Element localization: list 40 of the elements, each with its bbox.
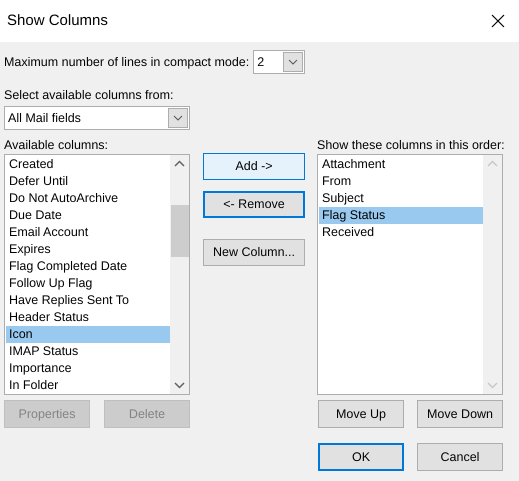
available-list[interactable]: Created Defer Until Do Not AutoArchive Due Date Email Account Expires Flag Completed Date Follow Up Flag Have Replies Sent To Header Status Icon IMAP Status Importance In Folder [4,154,190,395]
field-label: Select available columns from: [4,87,175,102]
list-item[interactable]: Defer Until [6,173,170,190]
list-item[interactable]: Email Account [6,224,170,241]
dialog-button[interactable]: <- Remove [203,191,305,218]
scroll-thumb[interactable] [170,205,188,257]
list-item[interactable]: Have Replies Sent To [6,292,170,309]
scrollbar[interactable] [170,155,189,394]
list-item[interactable]: Do Not AutoArchive [6,190,170,207]
list-item[interactable]: Subject [319,190,483,207]
dialog-button[interactable]: Cancel [417,443,503,471]
list-item[interactable]: In Folder [6,377,170,394]
source-dropdown[interactable]: All Mail fields [4,106,190,130]
close-icon[interactable] [491,14,505,28]
list-item[interactable]: Attachment [319,156,483,173]
list-label: Show these columns in this order: [317,137,506,152]
list-item[interactable]: Due Date [6,207,170,224]
dialog-button[interactable]: Add -> [203,153,305,180]
list-item[interactable]: Expires [6,241,170,258]
lines-dropdown[interactable]: 2 [253,50,306,74]
field-label: Maximum number of lines in compact mode: [4,54,250,71]
list-item[interactable]: Header Status [6,309,170,326]
list-item[interactable]: Importance [6,360,170,377]
dialog-button[interactable]: New Column... [203,239,305,266]
dialog-button[interactable]: Move Up [318,400,404,428]
list-item[interactable]: Follow Up Flag [6,275,170,292]
list-item[interactable]: Icon [6,326,170,343]
chevron-down-icon [283,52,304,72]
shown-list[interactable]: Attachment From Subject Flag Status Received [317,154,503,395]
list-item[interactable]: From [319,173,483,190]
list-item[interactable]: Created [6,156,170,173]
list-item[interactable]: Flag Completed Date [6,258,170,275]
list-item[interactable]: IMAP Status [6,343,170,360]
dialog-button[interactable]: OK [318,443,404,471]
list-item[interactable]: Received [319,224,483,241]
list-label: Available columns: [4,137,109,152]
list-item[interactable]: Flag Status [319,207,483,224]
chevron-down-icon [168,108,188,128]
dialog-button[interactable]: Move Down [417,400,503,428]
window-title: Show Columns [7,10,108,31]
